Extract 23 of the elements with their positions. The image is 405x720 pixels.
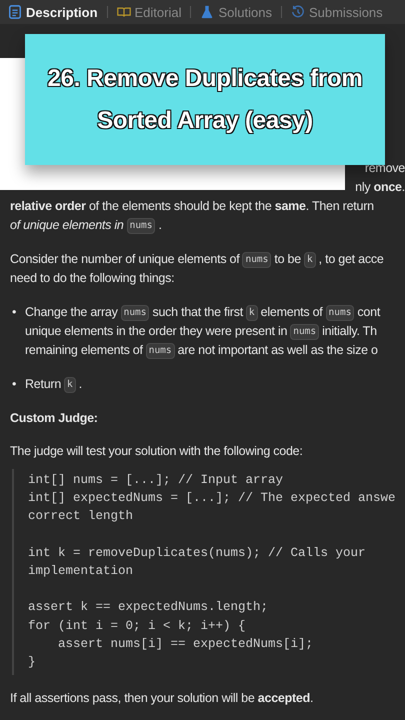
tab[interactable]: Submissions: [288, 4, 385, 20]
description-text: remove: [364, 160, 405, 177]
description-line: remaining elements of nums are not important as well as the size o: [24, 342, 378, 360]
description-line: need to do the following things:: [10, 270, 174, 287]
description-line: relative order of the elements should be kept the same. Then return: [10, 198, 374, 215]
document-icon: [8, 5, 22, 19]
book-icon: [116, 5, 131, 19]
description-text: nly once.: [354, 179, 405, 196]
tab[interactable]: Description: [6, 4, 100, 20]
judge-description: The judge will test your solution with the following code:: [10, 443, 304, 460]
description-line: • Change the array nums such that the first k elements of nums cont: [11, 304, 380, 322]
description-line: of unique elements in nums .: [10, 216, 162, 235]
description-line: Consider the number of unique elements of nums to be k , to get acce: [10, 250, 384, 269]
closing-text: If all assertions pass, then your solution will be accepted.: [10, 690, 314, 708]
video-title: 26. Remove Duplicates from Sorted Array (easy): [46, 64, 364, 136]
code-block: int[] nums = [...]; // Input array int[] expectedNums = [...]; // The expected answe correct length int k = removeDuplicates(nums); // Calls your implementation assert k == expectedNums.length; for (int i = 0; i < k; i++) { assert nums[i] == expectedNums[i]; }: [12, 469, 395, 676]
history-icon: [290, 5, 305, 19]
section-heading: Custom Judge:: [10, 410, 99, 427]
description-line: • Return k .: [11, 376, 82, 394]
description-line: unique elements in the order they were present in nums initially. Th: [24, 322, 377, 341]
tab[interactable]: Solutions: [198, 4, 274, 20]
flask-icon: [200, 5, 214, 19]
tab[interactable]: Editorial: [114, 4, 184, 20]
